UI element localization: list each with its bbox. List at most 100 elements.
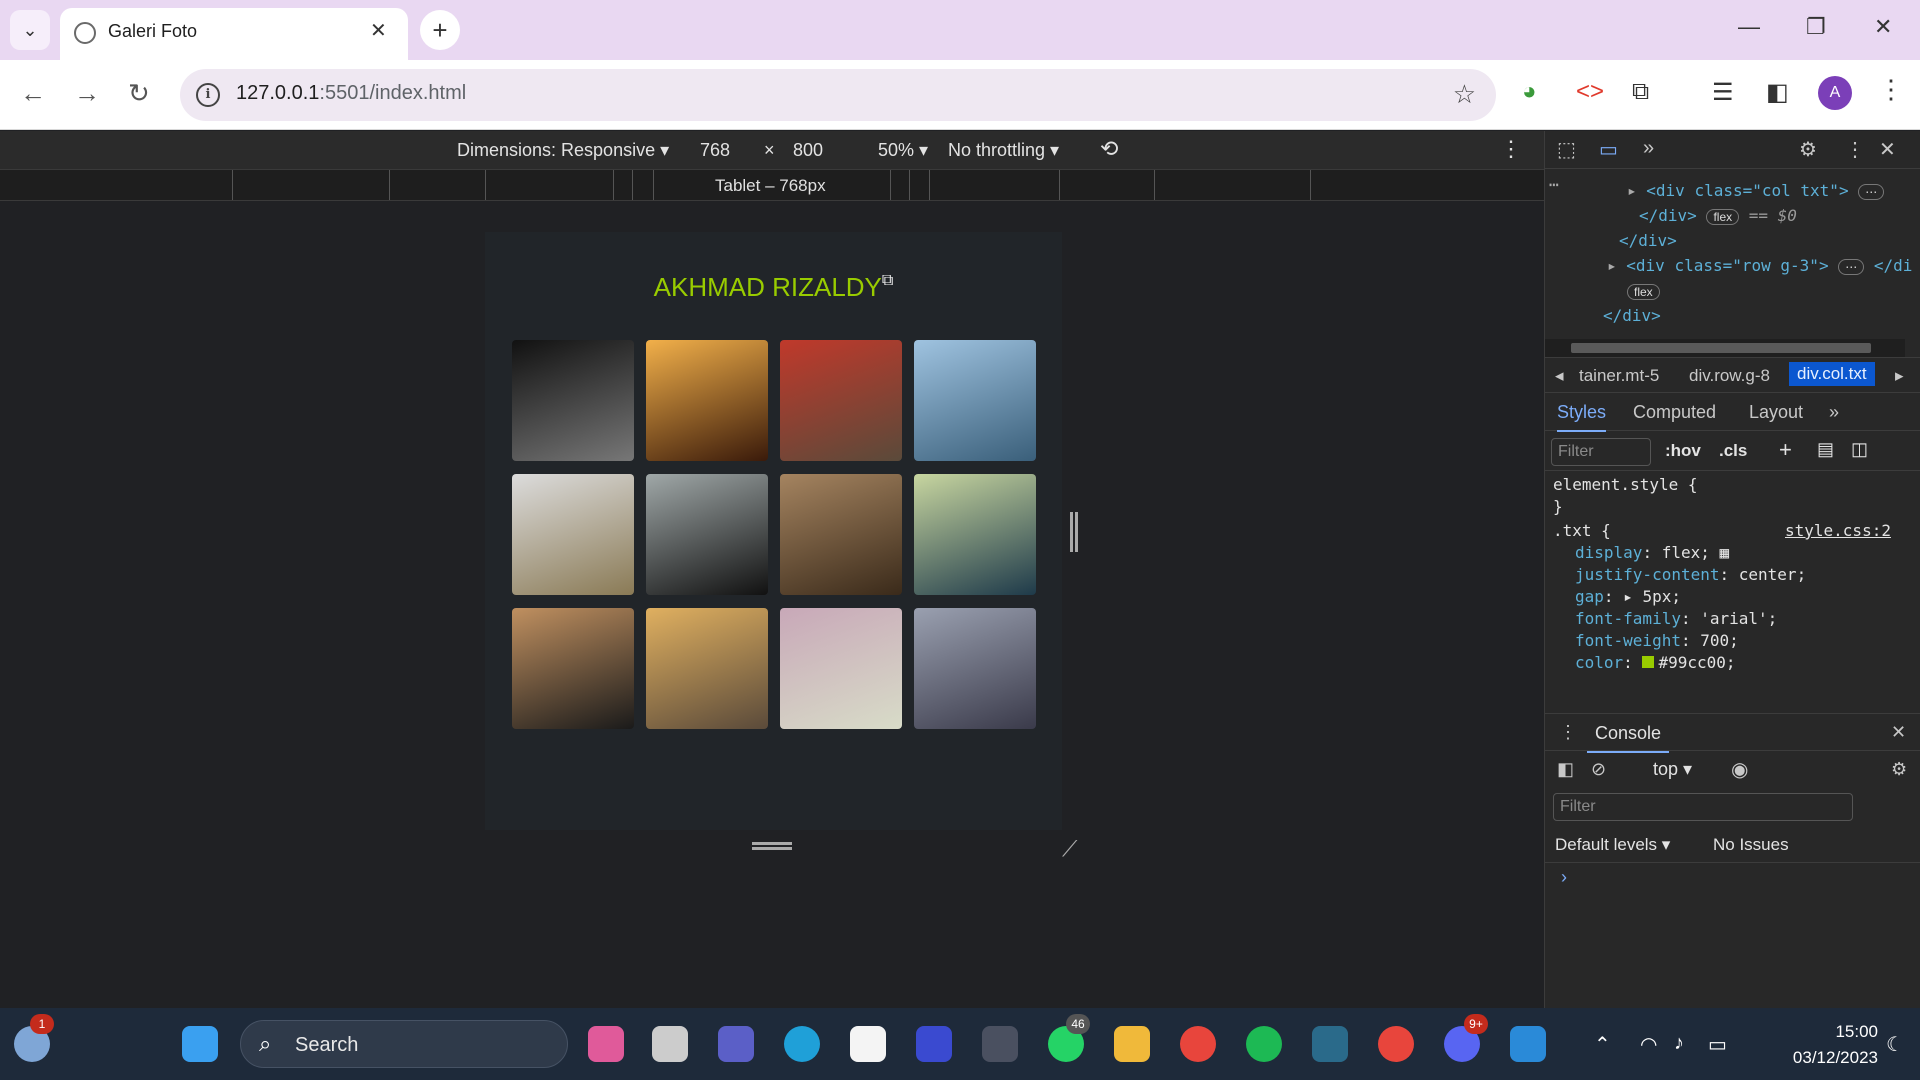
css-property[interactable]: font-weight: 700;	[1575, 631, 1739, 650]
breadcrumb-item[interactable]: div.row.g-8	[1689, 366, 1770, 386]
tab-styles[interactable]: Styles	[1557, 402, 1607, 432]
address-bar[interactable]: i 127.0.0.1:5501/index.html ☆	[180, 69, 1496, 121]
site-info-icon[interactable]: i	[196, 83, 220, 107]
clear-console-icon[interactable]: ⊘	[1591, 759, 1606, 780]
tab-close-button[interactable]: ✕	[370, 18, 387, 43]
hov-toggle[interactable]: :hov	[1665, 441, 1701, 461]
restore-icon[interactable]: ❐	[1806, 14, 1826, 40]
app-icon[interactable]	[982, 1026, 1018, 1062]
resize-handle-right[interactable]	[1070, 512, 1078, 552]
extensions-puzzle-icon[interactable]: ⧉	[1632, 78, 1649, 106]
expand-triangle-icon[interactable]: ▸	[1607, 256, 1617, 275]
new-rule-icon[interactable]: +	[1779, 437, 1792, 463]
copilot-icon[interactable]	[588, 1026, 624, 1062]
console-settings-gear-icon[interactable]: ⚙	[1891, 759, 1907, 780]
ellipsis-icon[interactable]: ⋯	[1549, 175, 1559, 194]
new-tab-button[interactable]: +	[420, 10, 460, 50]
extension-globe-icon[interactable]: ◕	[1522, 78, 1537, 106]
color-swatch[interactable]	[1642, 656, 1655, 668]
media-control-icon[interactable]: ☰	[1712, 78, 1734, 107]
flex-badge[interactable]: flex	[1706, 209, 1740, 225]
element-style-rule[interactable]: element.style {	[1553, 475, 1698, 494]
tab-layout[interactable]: Layout	[1749, 402, 1803, 423]
clock-time[interactable]: 15:00	[1808, 1022, 1878, 1042]
teams-icon[interactable]	[718, 1026, 754, 1062]
css-property[interactable]: gap: ▸ 5px;	[1575, 587, 1681, 606]
url-text[interactable]: 127.0.0.1:5501/index.html	[236, 82, 466, 105]
store-icon[interactable]	[850, 1026, 886, 1062]
taskbar-search[interactable]: ⌕ Search	[240, 1020, 568, 1068]
dom-node[interactable]: </div> flex == $0	[1639, 206, 1797, 225]
devtools-close-icon[interactable]: ✕	[1879, 137, 1896, 162]
task-view-icon[interactable]	[652, 1026, 688, 1062]
css-property[interactable]: justify-content: center;	[1575, 565, 1806, 584]
elements-tree[interactable]: ⋯ ▸ <div class="col txt"> ⋯ </div> flex …	[1545, 169, 1920, 339]
breadcrumb-item-active[interactable]: div.col.txt	[1789, 362, 1875, 386]
reload-icon[interactable]: ↻	[128, 78, 150, 109]
media-query-bar[interactable]: Tablet – 768px	[0, 169, 1544, 201]
dom-node-selected[interactable]: ▸ <div class="col txt"> ⋯	[1627, 181, 1885, 200]
inspect-element-icon[interactable]: ⬚	[1557, 137, 1576, 162]
battery-icon[interactable]: ▭	[1708, 1032, 1727, 1057]
notifications-icon[interactable]: ☾	[1886, 1032, 1904, 1057]
context-selector[interactable]: top ▾	[1653, 759, 1692, 780]
chrome-icon[interactable]	[1180, 1026, 1216, 1062]
extension-code-icon[interactable]: <>	[1576, 78, 1604, 106]
more-panels-icon[interactable]: »	[1643, 137, 1654, 160]
console-filter-input[interactable]: Filter	[1553, 793, 1853, 821]
forward-icon[interactable]: →	[74, 78, 100, 109]
log-levels-dropdown[interactable]: Default levels ▾	[1555, 835, 1670, 855]
console-sidebar-icon[interactable]: ◧	[1557, 759, 1574, 780]
breadcrumb-right-icon[interactable]: ▸	[1895, 366, 1904, 386]
throttling-dropdown[interactable]: No throttling ▾	[948, 140, 1059, 161]
show-hidden-icons-icon[interactable]: ⌃	[1594, 1032, 1611, 1057]
expand-triangle-icon[interactable]: ▸	[1627, 181, 1637, 200]
computed-sidebar-icon[interactable]: ◫	[1851, 439, 1868, 460]
rule-selector[interactable]: .txt {	[1553, 521, 1611, 540]
tab-search-button[interactable]: ⌄	[10, 10, 50, 50]
resize-handle-bottom[interactable]	[752, 842, 792, 850]
height-input[interactable]: 800	[793, 140, 823, 161]
resize-corner-icon[interactable]: ⟋	[1062, 836, 1077, 862]
device-toolbar-more-icon[interactable]: ⋮	[1500, 136, 1522, 162]
zoom-dropdown[interactable]: 50% ▾	[878, 140, 928, 161]
device-mode-icon[interactable]: ▭	[1599, 137, 1618, 162]
dom-node[interactable]: </div>	[1603, 306, 1661, 325]
volume-icon[interactable]: ♪	[1674, 1032, 1684, 1055]
issues-indicator[interactable]: No Issues	[1713, 835, 1789, 855]
dom-node[interactable]: ▸ <div class="row g-3"> ⋯ </di	[1607, 256, 1912, 275]
css-property[interactable]: font-family: 'arial';	[1575, 609, 1777, 628]
css-property[interactable]: display: flex; ▦	[1575, 543, 1729, 562]
flexbox-editor-icon[interactable]: ▦	[1710, 543, 1730, 562]
browser-tab[interactable]: Galeri Foto ✕	[60, 8, 408, 60]
style-filter-input[interactable]: Filter	[1551, 438, 1651, 466]
devtools-menu-icon[interactable]: ⋮	[1845, 137, 1865, 162]
ellipsis-badge[interactable]: ⋯	[1858, 184, 1885, 200]
cls-toggle[interactable]: .cls	[1719, 441, 1747, 461]
rotate-icon[interactable]: ⟲	[1100, 136, 1118, 162]
breadcrumb-item[interactable]: tainer.mt-5	[1579, 366, 1659, 386]
more-tabs-icon[interactable]: »	[1829, 402, 1839, 423]
tab-computed[interactable]: Computed	[1633, 402, 1716, 423]
app-icon[interactable]	[916, 1026, 952, 1062]
file-explorer-icon[interactable]	[1114, 1026, 1150, 1062]
dom-node[interactable]: flex	[1627, 281, 1660, 300]
ellipsis-badge[interactable]: ⋯	[1838, 259, 1865, 275]
paint-icon[interactable]: ▤	[1817, 439, 1834, 460]
window-close-icon[interactable]: ✕	[1874, 14, 1892, 40]
profile-avatar[interactable]: A	[1818, 76, 1852, 110]
browser-menu-icon[interactable]: ⋮	[1878, 74, 1904, 105]
css-property[interactable]: color: #99cc00;	[1575, 653, 1736, 672]
vscode-icon[interactable]	[1510, 1026, 1546, 1062]
start-windows-icon[interactable]	[182, 1026, 218, 1062]
nox-icon[interactable]	[1312, 1026, 1348, 1062]
clock-date[interactable]: 03/12/2023	[1760, 1048, 1878, 1068]
chrome-profile-icon[interactable]	[1378, 1026, 1414, 1062]
width-input[interactable]: 768	[700, 140, 730, 161]
minimize-icon[interactable]: —	[1738, 14, 1760, 40]
tab-console[interactable]: Console	[1587, 723, 1670, 753]
flex-badge[interactable]: flex	[1627, 284, 1660, 300]
breadcrumb-left-icon[interactable]: ◂	[1555, 366, 1564, 386]
wifi-icon[interactable]: ◠	[1640, 1032, 1657, 1057]
horizontal-scrollbar[interactable]	[1545, 339, 1905, 357]
